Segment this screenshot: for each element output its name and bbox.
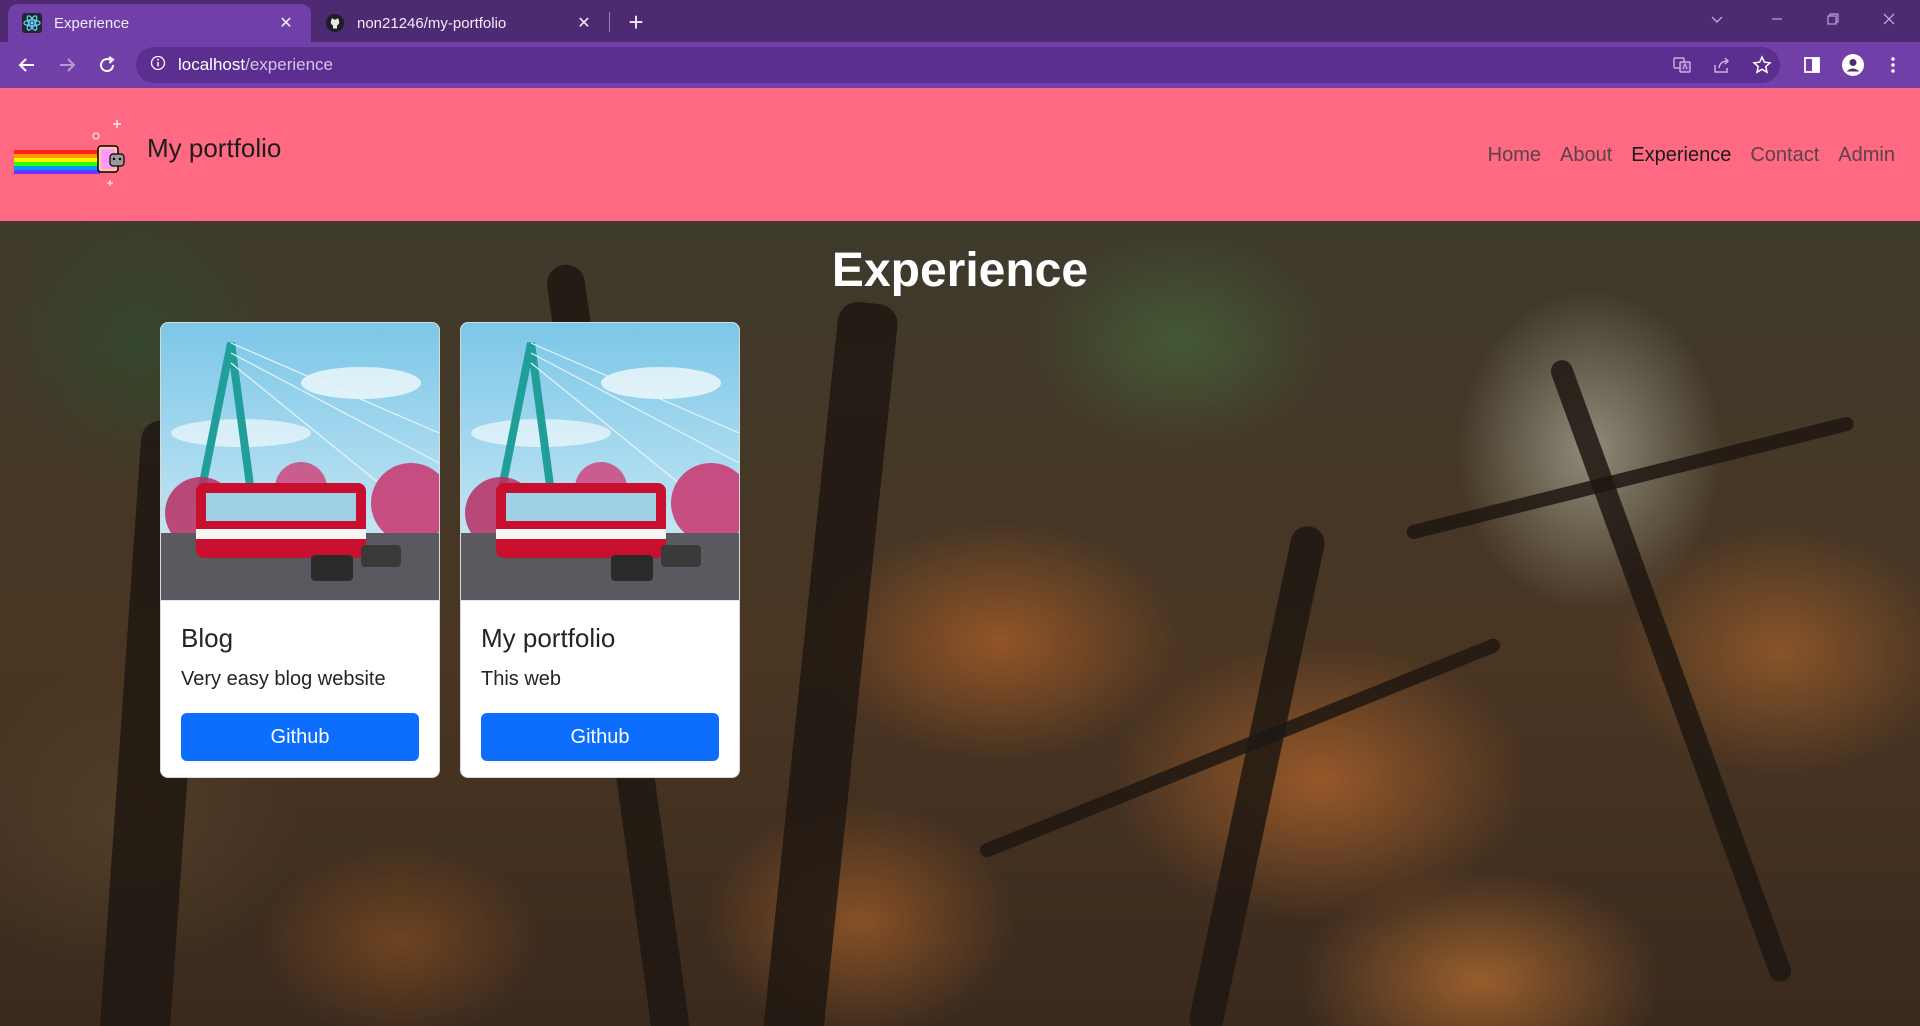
url-path: /experience bbox=[245, 55, 333, 74]
site-info-icon[interactable] bbox=[150, 55, 166, 76]
forward-icon[interactable] bbox=[52, 50, 82, 80]
bookmark-star-icon[interactable] bbox=[1747, 50, 1777, 80]
page-title: Experience bbox=[831, 244, 1089, 297]
url-text: localhost/experience bbox=[178, 55, 333, 75]
back-icon[interactable] bbox=[12, 50, 42, 80]
card-text: Very easy blog website bbox=[181, 668, 386, 690]
react-icon bbox=[22, 13, 42, 33]
card-image-tram bbox=[461, 323, 739, 601]
nav-experience[interactable]: Experience bbox=[1631, 144, 1731, 167]
project-card: My portfolio This web Github bbox=[460, 322, 740, 778]
close-tab-icon[interactable]: ✕ bbox=[275, 12, 297, 34]
menu-kebab-icon[interactable] bbox=[1878, 50, 1908, 80]
close-tab-icon[interactable]: ✕ bbox=[573, 12, 595, 34]
browser-toolbar: localhost/experience bbox=[0, 42, 1920, 88]
tab-title: non21246/my-portfolio bbox=[357, 14, 507, 32]
tab-github[interactable]: non21246/my-portfolio ✕ bbox=[311, 4, 609, 42]
url-host: localhost bbox=[178, 55, 246, 74]
tab-experience[interactable]: Experience ✕ bbox=[8, 4, 311, 42]
tab-search-icon[interactable] bbox=[1694, 0, 1740, 38]
side-panel-icon[interactable] bbox=[1797, 50, 1827, 80]
nyan-cat-logo bbox=[14, 108, 130, 188]
browser-tab-strip: Experience ✕ non21246/my-portfolio ✕ + bbox=[0, 0, 1920, 42]
close-window-icon[interactable] bbox=[1866, 0, 1912, 38]
nav-contact[interactable]: Contact bbox=[1750, 144, 1819, 167]
brand-link[interactable]: My portfolio bbox=[14, 108, 281, 188]
github-button[interactable]: Github bbox=[481, 713, 719, 761]
card-title: My portfolio bbox=[481, 623, 616, 653]
github-button[interactable]: Github bbox=[181, 713, 419, 761]
site-navbar: My portfolio Home About Experience Conta… bbox=[0, 88, 1920, 221]
page-viewport: My portfolio Home About Experience Conta… bbox=[0, 88, 1920, 1026]
address-bar[interactable]: localhost/experience bbox=[136, 47, 1780, 83]
minimize-icon[interactable] bbox=[1754, 0, 1800, 38]
tab-divider bbox=[609, 12, 610, 32]
card-text: This web bbox=[481, 668, 562, 690]
translate-icon[interactable] bbox=[1667, 50, 1697, 80]
tab-title: Experience bbox=[54, 14, 130, 32]
project-card: Blog Very easy blog website Github bbox=[160, 322, 440, 778]
card-body: Blog Very easy blog website Github bbox=[161, 601, 439, 777]
new-tab-icon[interactable]: + bbox=[622, 7, 650, 37]
github-icon bbox=[325, 13, 345, 33]
main-nav: Home About Experience Contact Admin bbox=[1469, 144, 1895, 167]
profile-avatar-icon[interactable] bbox=[1838, 50, 1868, 80]
card-image-tram bbox=[161, 323, 439, 601]
nav-admin[interactable]: Admin bbox=[1838, 144, 1895, 167]
card-body: My portfolio This web Github bbox=[461, 601, 739, 777]
nav-home[interactable]: Home bbox=[1488, 144, 1541, 167]
reload-icon[interactable] bbox=[92, 50, 122, 80]
share-icon[interactable] bbox=[1707, 50, 1737, 80]
card-title: Blog bbox=[181, 623, 234, 653]
brand-name: My portfolio bbox=[147, 132, 282, 163]
restore-icon[interactable] bbox=[1810, 0, 1856, 38]
nav-about[interactable]: About bbox=[1560, 144, 1612, 167]
